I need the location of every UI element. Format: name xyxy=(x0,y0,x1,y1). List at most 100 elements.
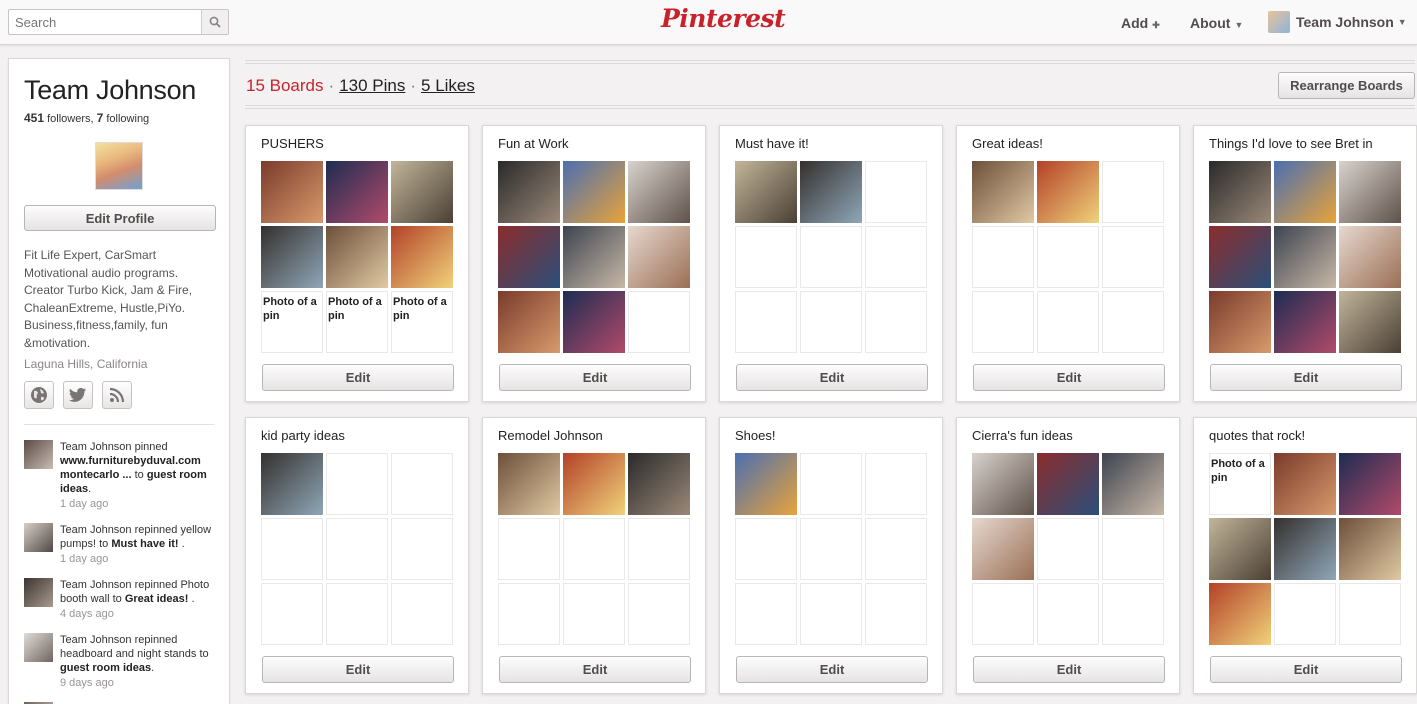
board-card[interactable]: Remodel Johnson Edit xyxy=(482,417,706,694)
pin-thumbnail[interactable] xyxy=(1209,291,1271,353)
board-title[interactable]: Shoes! xyxy=(735,428,927,444)
pin-placeholder[interactable]: Photo of a pin xyxy=(391,291,453,353)
search-button[interactable] xyxy=(201,10,228,34)
nav-add[interactable]: Add ✚ xyxy=(1121,15,1160,31)
pin-thumbnail[interactable] xyxy=(261,161,323,223)
board-title[interactable]: PUSHERS xyxy=(261,136,453,152)
pin-thumbnail[interactable] xyxy=(326,226,388,288)
board-title[interactable]: kid party ideas xyxy=(261,428,453,444)
board-card[interactable]: kid party ideas Edit xyxy=(245,417,469,694)
pin-thumbnail[interactable] xyxy=(1274,161,1336,223)
twitter-link[interactable] xyxy=(63,381,93,409)
pin-thumbnail[interactable] xyxy=(1209,518,1271,580)
pin-thumbnail[interactable] xyxy=(800,161,862,223)
pin-thumbnail[interactable] xyxy=(1209,161,1271,223)
pin-thumbnail[interactable] xyxy=(1274,453,1336,515)
board-card[interactable]: Shoes! Edit xyxy=(719,417,943,694)
activity-item[interactable]: Team Johnson pinned www.furniturebyduval… xyxy=(24,440,214,511)
pin-thumbnail[interactable] xyxy=(628,226,690,288)
search-input[interactable] xyxy=(9,10,201,34)
pin-thumbnail[interactable] xyxy=(1274,226,1336,288)
edit-board-button[interactable]: Edit xyxy=(736,656,928,683)
edit-board-button[interactable]: Edit xyxy=(736,364,928,391)
pin-thumbnail[interactable] xyxy=(735,161,797,223)
board-title[interactable]: Remodel Johnson xyxy=(498,428,690,444)
activity-thumbnail[interactable] xyxy=(24,523,53,552)
pin-thumbnail[interactable] xyxy=(972,453,1034,515)
edit-board-button[interactable]: Edit xyxy=(973,656,1165,683)
pinterest-logo[interactable]: Pinterest xyxy=(661,4,786,38)
board-card[interactable]: Must have it! Edit xyxy=(719,125,943,402)
pin-thumbnail[interactable] xyxy=(563,453,625,515)
activity-item[interactable]: Team Johnson repinned headboard and nigh… xyxy=(24,633,214,690)
activity-link[interactable]: Great ideas! xyxy=(125,593,189,605)
pin-thumbnail[interactable] xyxy=(628,453,690,515)
pin-thumbnail[interactable] xyxy=(498,226,560,288)
pin-thumbnail[interactable] xyxy=(563,226,625,288)
board-title[interactable]: quotes that rock! xyxy=(1209,428,1401,444)
board-title[interactable]: Cierra's fun ideas xyxy=(972,428,1164,444)
pin-thumbnail[interactable] xyxy=(498,453,560,515)
pin-thumbnail[interactable] xyxy=(1037,161,1099,223)
pin-thumbnail[interactable] xyxy=(563,161,625,223)
board-title[interactable]: Great ideas! xyxy=(972,136,1164,152)
edit-board-button[interactable]: Edit xyxy=(499,364,691,391)
board-card[interactable]: Things I'd love to see Bret in Edit xyxy=(1193,125,1417,402)
edit-board-button[interactable]: Edit xyxy=(499,656,691,683)
activity-item[interactable]: Team Johnson repinned Photo booth wall t… xyxy=(24,578,214,621)
pin-thumbnail[interactable] xyxy=(1102,453,1164,515)
pin-thumbnail[interactable] xyxy=(1209,583,1271,645)
board-title[interactable]: Must have it! xyxy=(735,136,927,152)
pin-thumbnail[interactable] xyxy=(261,226,323,288)
pin-thumbnail[interactable] xyxy=(972,518,1034,580)
edit-board-button[interactable]: Edit xyxy=(973,364,1165,391)
activity-item[interactable]: Team Johnson repinned yellow pumps! to M… xyxy=(24,523,214,566)
pin-thumbnail[interactable] xyxy=(628,161,690,223)
pin-thumbnail[interactable] xyxy=(1339,291,1401,353)
pin-thumbnail[interactable] xyxy=(391,161,453,223)
pin-placeholder[interactable]: Photo of a pin xyxy=(261,291,323,353)
activity-thumbnail[interactable] xyxy=(24,578,53,607)
pin-thumbnail[interactable] xyxy=(1037,453,1099,515)
following-count[interactable]: 7 xyxy=(97,111,104,125)
pins-tab[interactable]: 130 Pins xyxy=(339,76,405,95)
board-card[interactable]: Cierra's fun ideas Edit xyxy=(956,417,1180,694)
pin-thumbnail[interactable] xyxy=(261,453,323,515)
pin-thumbnail[interactable] xyxy=(1274,518,1336,580)
pin-thumbnail[interactable] xyxy=(498,291,560,353)
pin-thumbnail[interactable] xyxy=(1339,226,1401,288)
edit-board-button[interactable]: Edit xyxy=(262,364,454,391)
boards-tab[interactable]: 15 Boards xyxy=(246,76,324,95)
rss-link[interactable] xyxy=(102,381,132,409)
pin-thumbnail[interactable] xyxy=(735,453,797,515)
pin-thumbnail[interactable] xyxy=(563,291,625,353)
board-title[interactable]: Things I'd love to see Bret in xyxy=(1209,136,1401,152)
pin-thumbnail[interactable] xyxy=(1339,518,1401,580)
pin-thumbnail[interactable] xyxy=(326,161,388,223)
edit-profile-button[interactable]: Edit Profile xyxy=(24,205,216,231)
pin-placeholder[interactable]: Photo of a pin xyxy=(326,291,388,353)
activity-thumbnail[interactable] xyxy=(24,440,53,469)
pin-thumbnail[interactable] xyxy=(498,161,560,223)
edit-board-button[interactable]: Edit xyxy=(1210,364,1402,391)
followers-label[interactable]: followers, xyxy=(47,113,93,125)
rearrange-boards-button[interactable]: Rearrange Boards xyxy=(1278,72,1415,99)
edit-board-button[interactable]: Edit xyxy=(262,656,454,683)
nav-about[interactable]: About ▼ xyxy=(1190,15,1243,31)
pin-thumbnail[interactable] xyxy=(1209,226,1271,288)
pin-placeholder[interactable]: Photo of a pin xyxy=(1209,453,1271,515)
board-title[interactable]: Fun at Work xyxy=(498,136,690,152)
board-card[interactable]: quotes that rock! Photo of a pin Edit xyxy=(1193,417,1417,694)
pin-thumbnail[interactable] xyxy=(1274,291,1336,353)
pin-thumbnail[interactable] xyxy=(1339,161,1401,223)
pin-thumbnail[interactable] xyxy=(1339,453,1401,515)
board-card[interactable]: Fun at Work Edit xyxy=(482,125,706,402)
pin-thumbnail[interactable] xyxy=(972,161,1034,223)
pin-thumbnail[interactable] xyxy=(391,226,453,288)
followers-count[interactable]: 451 xyxy=(24,111,44,125)
edit-board-button[interactable]: Edit xyxy=(1210,656,1402,683)
board-card[interactable]: PUSHERS Photo of a pin Photo of a pin Photo… xyxy=(245,125,469,402)
following-label[interactable]: following xyxy=(106,113,149,125)
likes-tab[interactable]: 5 Likes xyxy=(421,76,475,95)
activity-link[interactable]: guest room ideas xyxy=(60,662,151,674)
